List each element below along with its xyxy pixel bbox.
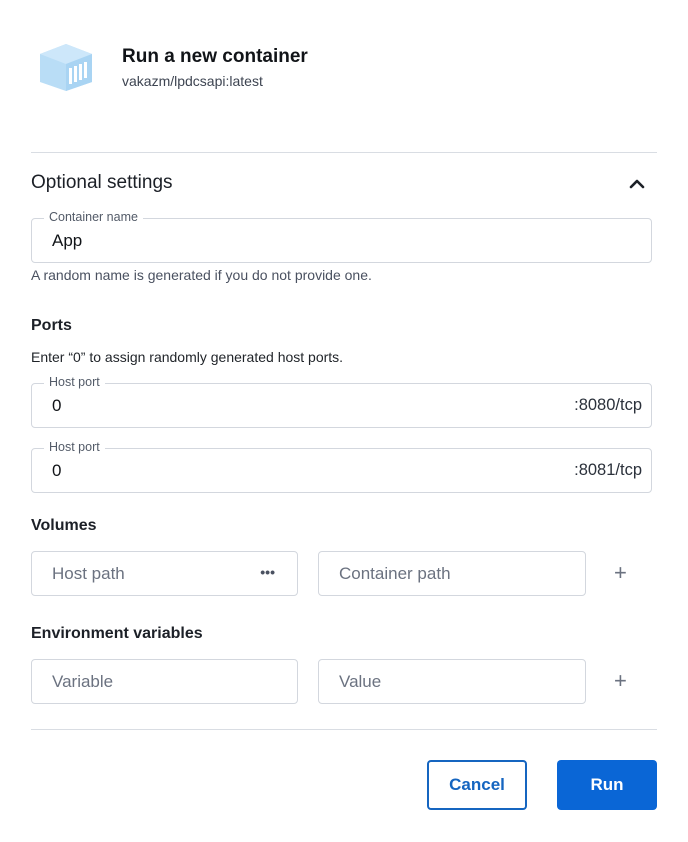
run-button[interactable]: Run [557,760,657,810]
add-volume-icon[interactable]: + [614,562,627,584]
host-port-label: Host port [44,375,105,389]
optional-settings-title: Optional settings [31,172,173,193]
container-name-label: Container name [44,210,143,224]
host-path-placeholder: Host path [52,564,125,583]
container-name-field[interactable]: Container name App [31,210,652,263]
host-port-input[interactable]: 0 [52,396,61,416]
cancel-button[interactable]: Cancel [427,760,527,810]
env-heading: Environment variables [31,625,203,642]
divider [31,729,657,730]
container-port-label: :8081/tcp [574,461,642,479]
host-port-field-8080[interactable]: Host port 0 :8080/tcp [31,375,652,428]
container-name-input[interactable]: App [52,231,82,251]
browse-more-icon[interactable]: ••• [260,564,275,580]
ports-heading: Ports [31,317,72,334]
volumes-heading: Volumes [31,517,97,534]
value-placeholder: Value [339,672,382,691]
chevron-up-icon[interactable] [626,175,648,191]
host-path-input[interactable]: Host path ••• [31,551,298,596]
host-port-field-8081[interactable]: Host port 0 :8081/tcp [31,440,652,493]
value-input[interactable]: Value [318,659,586,704]
divider [31,152,657,153]
host-port-input[interactable]: 0 [52,461,61,481]
variable-input[interactable]: Variable [31,659,298,704]
container-path-placeholder: Container path [339,564,451,583]
dialog-title: Run a new container [122,46,308,67]
container-path-input[interactable]: Container path [318,551,586,596]
host-port-label: Host port [44,440,105,454]
container-name-helper: A random name is generated if you do not… [31,267,372,283]
variable-placeholder: Variable [52,672,114,691]
container-port-label: :8080/tcp [574,396,642,414]
container-image-icon [38,42,94,92]
image-name: vakazm/lpdcsapi:latest [122,73,263,89]
add-env-icon[interactable]: + [614,670,627,692]
ports-hint: Enter “0” to assign randomly generated h… [31,349,344,365]
